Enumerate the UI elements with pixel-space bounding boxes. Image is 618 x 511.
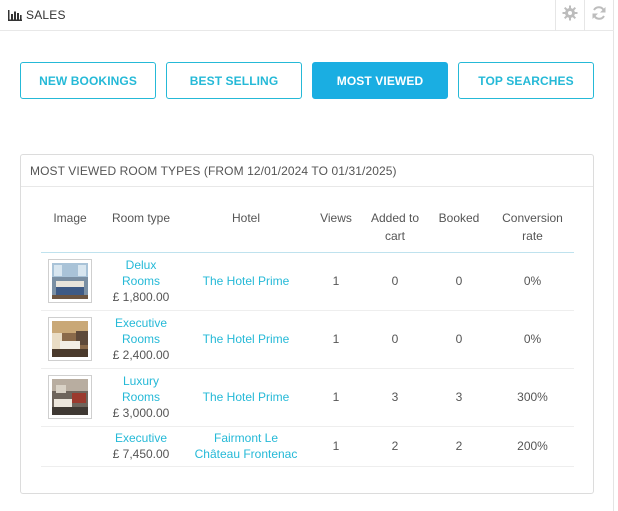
room-price: £ 1,800.00	[112, 290, 170, 304]
room-image	[52, 321, 88, 357]
room-thumbnail[interactable]	[48, 259, 92, 303]
hotel-link[interactable]: The Hotel Prime	[183, 389, 309, 405]
col-header-added-line1: Added to	[370, 211, 420, 225]
cell-hotel: The Hotel Prime	[183, 368, 309, 427]
col-header-conversion-rate: Conversion rate	[491, 205, 574, 253]
cell-added-to-cart: 2	[363, 426, 427, 467]
room-price: £ 2,400.00	[112, 348, 170, 362]
room-type-line1: Executive	[114, 431, 168, 445]
col-header-image: Image	[41, 205, 99, 253]
table-row: Luxury Rooms £ 3,000.00 The Hotel Prime …	[41, 368, 574, 427]
cell-image	[41, 310, 99, 369]
col-header-room-type: Room type	[99, 205, 183, 253]
room-price: £ 3,000.00	[112, 406, 170, 420]
room-type-line1: Executive	[114, 316, 168, 330]
cell-added-to-cart: 0	[363, 310, 427, 369]
cell-added-to-cart: 0	[363, 252, 427, 311]
table-row: Executive Rooms £ 2,400.00 The Hotel Pri…	[41, 310, 574, 369]
cell-booked: 2	[427, 426, 491, 467]
cell-image	[41, 252, 99, 311]
room-price: £ 7,450.00	[112, 447, 170, 461]
tab-top-searches[interactable]: TOP SEARCHES	[458, 62, 594, 99]
room-image	[52, 379, 88, 415]
room-type-line2: Rooms	[121, 274, 160, 288]
cell-booked: 0	[427, 310, 491, 369]
cell-room-type: Delux Rooms £ 1,800.00	[99, 252, 183, 311]
cell-conversion-rate: 0%	[491, 252, 574, 311]
cell-conversion-rate: 200%	[491, 426, 574, 467]
room-type-link[interactable]: Executive	[99, 430, 183, 446]
panel-title: SALES	[8, 8, 66, 22]
cell-room-type: Luxury Rooms £ 3,000.00	[99, 368, 183, 427]
config-button[interactable]	[555, 0, 584, 31]
col-header-conversion-line2: rate	[522, 229, 543, 243]
panel-header: SALES	[0, 0, 614, 31]
sales-tabs: NEW BOOKINGS BEST SELLING MOST VIEWED TO…	[20, 62, 594, 99]
room-type-link[interactable]: Executive Rooms	[99, 315, 183, 347]
cell-image	[41, 368, 99, 427]
room-type-link[interactable]: Delux Rooms	[99, 257, 183, 289]
hotel-link[interactable]: The Hotel Prime	[183, 331, 309, 347]
cell-room-type: Executive £ 7,450.00	[99, 426, 183, 467]
cell-booked: 3	[427, 368, 491, 427]
col-header-hotel: Hotel	[183, 205, 309, 253]
tab-most-viewed[interactable]: MOST VIEWED	[312, 62, 448, 99]
cell-views: 1	[309, 368, 363, 427]
cell-views: 1	[309, 252, 363, 311]
room-type-line1: Luxury	[122, 374, 160, 388]
gear-icon	[562, 5, 578, 26]
card-title: MOST VIEWED ROOM TYPES (FROM 12/01/2024 …	[21, 155, 593, 187]
col-header-booked: Booked	[427, 205, 491, 253]
room-type-link[interactable]: Luxury Rooms	[99, 373, 183, 405]
hotel-line1: The Hotel Prime	[202, 390, 290, 404]
hotel-line1: The Hotel Prime	[202, 332, 290, 346]
room-type-line2: Rooms	[121, 332, 160, 346]
tab-new-bookings[interactable]: NEW BOOKINGS	[20, 62, 156, 99]
room-thumbnail[interactable]	[48, 375, 92, 419]
cell-conversion-rate: 0%	[491, 310, 574, 369]
panel-title-text: SALES	[26, 8, 66, 22]
cell-added-to-cart: 3	[363, 368, 427, 427]
col-header-views: Views	[309, 205, 363, 253]
hotel-link[interactable]: The Hotel Prime	[183, 273, 309, 289]
room-type-line1: Delux	[125, 258, 157, 272]
cell-room-type: Executive Rooms £ 2,400.00	[99, 310, 183, 369]
table-row: Executive £ 7,450.00 Fairmont Le Château…	[41, 426, 574, 467]
cell-booked: 0	[427, 252, 491, 311]
table-header-row: Image Room type Hotel Views Added to car…	[41, 205, 574, 253]
room-image	[52, 263, 88, 299]
sales-panel: SALES NEW BOOKINGS BEST SELLING MOST VIE…	[0, 0, 614, 511]
cell-image	[41, 426, 99, 467]
room-type-line2: Rooms	[121, 390, 160, 404]
col-header-added-to-cart: Added to cart	[363, 205, 427, 253]
tab-best-selling[interactable]: BEST SELLING	[166, 62, 302, 99]
cell-views: 1	[309, 426, 363, 467]
table-row: Delux Rooms £ 1,800.00 The Hotel Prime 1…	[41, 252, 574, 311]
hotel-link[interactable]: Fairmont Le Château Frontenac	[183, 430, 309, 462]
hotel-line1: The Hotel Prime	[202, 274, 290, 288]
col-header-conversion-line1: Conversion	[502, 211, 563, 225]
bar-chart-icon	[8, 9, 22, 21]
refresh-icon	[591, 5, 607, 26]
cell-conversion-rate: 300%	[491, 368, 574, 427]
hotel-line2: Château Frontenac	[194, 447, 298, 461]
col-header-added-line2: cart	[384, 229, 405, 243]
cell-hotel: Fairmont Le Château Frontenac	[183, 426, 309, 467]
room-thumbnail[interactable]	[48, 317, 92, 361]
cell-hotel: The Hotel Prime	[183, 252, 309, 311]
most-viewed-table: Image Room type Hotel Views Added to car…	[41, 205, 574, 467]
most-viewed-card: MOST VIEWED ROOM TYPES (FROM 12/01/2024 …	[20, 154, 594, 494]
refresh-button[interactable]	[584, 0, 613, 31]
hotel-line1: Fairmont Le	[213, 431, 279, 445]
cell-hotel: The Hotel Prime	[183, 310, 309, 369]
cell-views: 1	[309, 310, 363, 369]
